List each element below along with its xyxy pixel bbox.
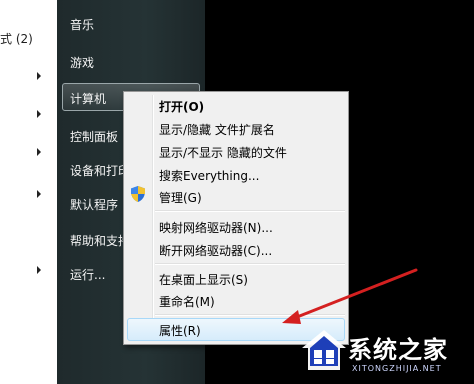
house-logo-icon — [302, 330, 346, 370]
watermark: 系统之家 XITONGZHIJIA.NET — [292, 320, 474, 384]
watermark-title: 系统之家 — [348, 336, 448, 364]
watermark-subtitle: XITONGZHIJIA.NET — [352, 364, 442, 373]
